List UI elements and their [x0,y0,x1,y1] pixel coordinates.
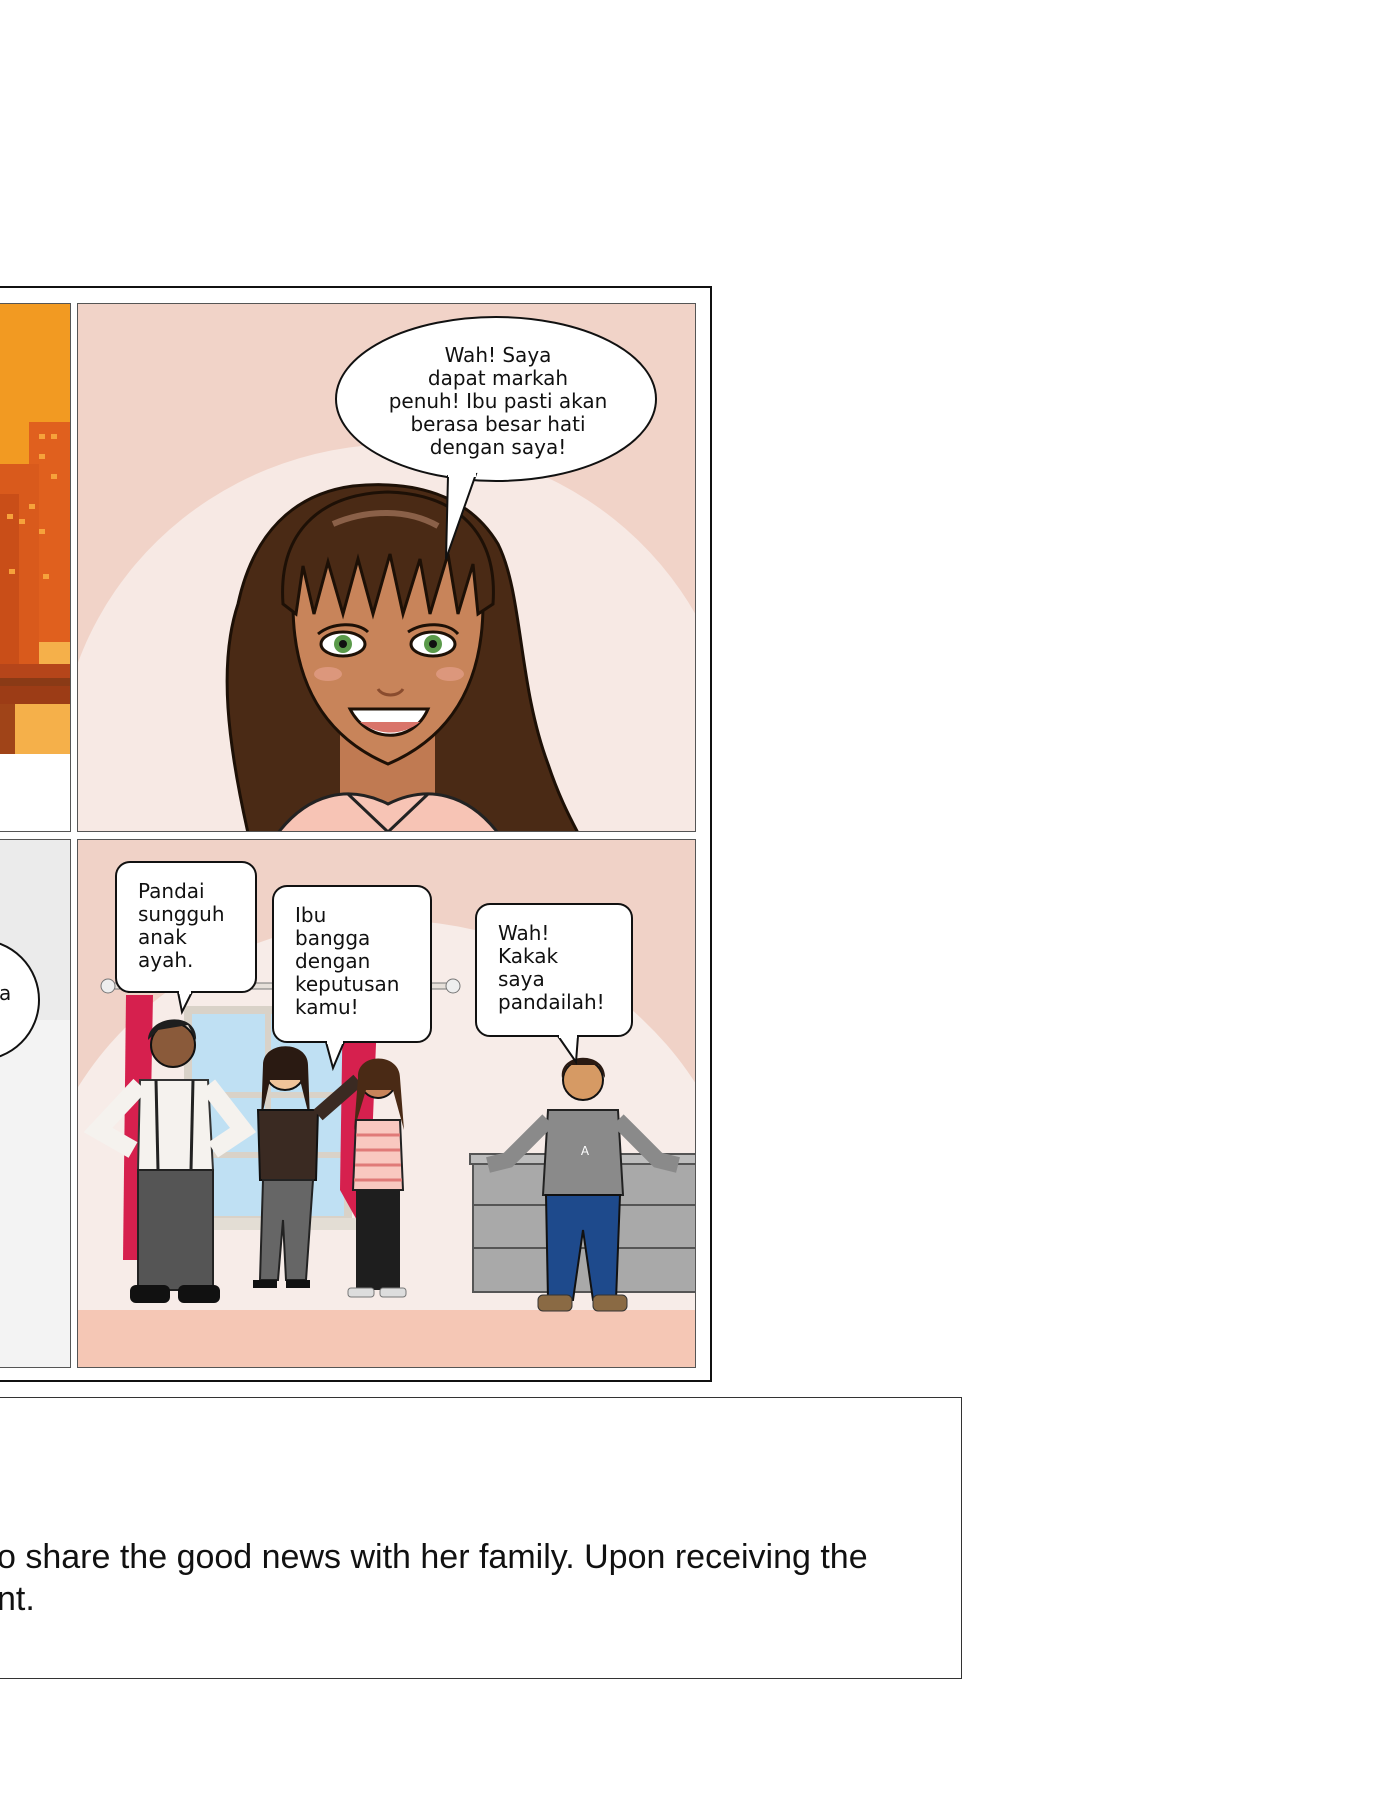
hoodie-letter: A [581,1144,590,1158]
caption-box: o share the good news with her family. U… [0,1397,962,1679]
panel-girl-closeup: Wah! Saya dapat markah penuh! Ibu pasti … [77,303,696,832]
city-sunset-illustration [0,304,70,831]
comic-strip: Wah! Saya dapat markah penuh! Ibu pasti … [0,286,712,1382]
partial-panel-illustration [0,840,70,1367]
panel-partial-left: a [0,839,71,1368]
speech-bubble-mother: Ibu bangga dengan keputusan kamu! [295,903,400,1019]
panel-family: A Pandai sungguh anak ayah. Ibu bangga d… [77,839,696,1368]
speech-bubble-brother: Wah! Kakak saya pandailah! [498,921,605,1014]
panel-city-sunset [0,303,71,832]
caption-text: o share the good news with her family. U… [0,1538,868,1618]
speech-bubble-father: Pandai sungguh anak ayah. [138,879,225,972]
speech-bubble-fragment: a [0,981,12,1005]
speech-bubble-girl: Wah! Saya dapat markah penuh! Ibu pasti … [388,343,608,459]
